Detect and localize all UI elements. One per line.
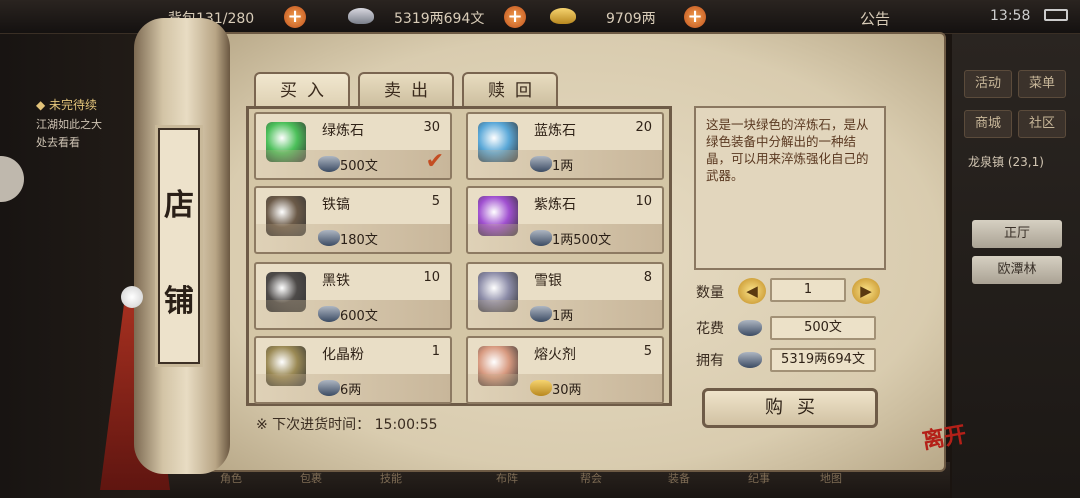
shop-item[interactable]: 化晶粉 1 6两 (254, 336, 452, 404)
item-name: 蓝炼石 (534, 123, 576, 139)
item-price: 180文 (340, 233, 378, 248)
shop-item[interactable]: 熔火剂 5 30两 (466, 336, 664, 404)
shop-sign: 店 铺 (158, 128, 200, 364)
increase-quantity-button[interactable]: ▶ (852, 278, 880, 304)
restock-timer: ※ 下次进货时间： 15:00:55 (256, 417, 438, 433)
quest-line-1: 江湖如此之大 (36, 118, 102, 131)
bottom-item-4[interactable]: 布阵 (496, 470, 518, 486)
item-price: 30两 (552, 383, 582, 398)
community-button[interactable]: 社区 (1018, 110, 1066, 138)
bottom-item-7[interactable]: 纪事 (748, 470, 770, 486)
gold-icon (550, 8, 576, 24)
item-price: 1两 (552, 159, 574, 174)
silver-icon (318, 156, 340, 172)
item-name: 化晶粉 (322, 347, 364, 363)
silver-icon (738, 352, 762, 368)
silver-icon (530, 156, 552, 172)
shop-item[interactable]: 紫炼石 10 1两500文 (466, 186, 664, 254)
clock: 13:58 (990, 8, 1031, 24)
quest-title-text: 未完待续 (49, 98, 98, 112)
item-name: 熔火剂 (534, 347, 576, 363)
cost-label: 花费 (696, 321, 724, 337)
bottom-item-5[interactable]: 帮会 (580, 470, 602, 486)
silver-icon (530, 306, 552, 322)
buy-button[interactable]: 购买 (702, 388, 878, 428)
notice-button[interactable]: 公告 (860, 8, 890, 29)
price-row: 1两500文 (468, 224, 662, 252)
bottom-item-1[interactable]: 角色 (220, 470, 242, 486)
quest-title[interactable]: ◆ 未完待续 (36, 96, 97, 113)
item-quantity: 1 (431, 344, 440, 359)
item-quantity: 30 (423, 120, 440, 135)
bead-decoration (121, 286, 143, 308)
mall-button[interactable]: 商城 (964, 110, 1012, 138)
silver-icon (348, 8, 374, 24)
quantity-label: 数量 (696, 285, 724, 301)
quantity-field[interactable]: 1 (770, 278, 846, 302)
activity-button[interactable]: 活动 (964, 70, 1012, 98)
battery-icon (1044, 9, 1068, 21)
menu-button[interactable]: 菜单 (1018, 70, 1066, 98)
item-quantity: 5 (643, 344, 652, 359)
item-price: 500文 (340, 159, 378, 174)
cost-field: 500文 (770, 316, 876, 340)
item-name: 黑铁 (322, 273, 350, 289)
item-price: 600文 (340, 309, 378, 324)
npc-button-2[interactable]: 欧潭林 (972, 256, 1062, 284)
sign-char-1: 店 (164, 188, 194, 223)
item-name: 铁镐 (322, 197, 350, 213)
silver-icon (530, 230, 552, 246)
shop-item[interactable]: 铁镐 5 180文 (254, 186, 452, 254)
item-quantity: 8 (643, 270, 652, 285)
item-quantity: 20 (635, 120, 652, 135)
price-row: 500文 ✔ (256, 149, 450, 178)
price-row: 180文 (256, 224, 450, 252)
item-quantity: 5 (431, 194, 440, 209)
item-quantity: 10 (423, 270, 440, 285)
silver-icon (318, 380, 340, 396)
item-price: 6两 (340, 383, 362, 398)
item-price: 1两 (552, 309, 574, 324)
owned-field: 5319两694文 (770, 348, 876, 372)
tab-redeem[interactable]: 赎回 (462, 72, 558, 108)
checkmark-icon: ✔ (425, 149, 444, 174)
silver-icon (318, 230, 340, 246)
tab-sell[interactable]: 卖出 (358, 72, 454, 108)
price-row: 600文 (256, 300, 450, 328)
bottom-item-3[interactable]: 技能 (380, 470, 402, 486)
quest-line-2: 处去看看 (36, 136, 80, 149)
silver-icon (318, 306, 340, 322)
item-name: 雪银 (534, 273, 562, 289)
silver-amount: 5319两694文 (394, 11, 485, 27)
bottom-item-6[interactable]: 装备 (668, 470, 690, 486)
item-name: 绿炼石 (322, 123, 364, 139)
owned-label: 拥有 (696, 353, 724, 369)
npc-button-1[interactable]: 正厅 (972, 220, 1062, 248)
decrease-quantity-button[interactable]: ◀ (738, 278, 766, 304)
gold-amount: 9709两 (606, 11, 656, 27)
add-silver-button[interactable]: + (504, 6, 526, 28)
price-row: 30两 (468, 374, 662, 402)
price-row: 1两 (468, 300, 662, 328)
add-gold-button[interactable]: + (684, 6, 706, 28)
tab-buy[interactable]: 买入 (254, 72, 350, 108)
add-bag-button[interactable]: + (284, 6, 306, 28)
silver-icon (738, 320, 762, 336)
sign-char-2: 铺 (164, 284, 194, 319)
bottom-item-2[interactable]: 包裹 (300, 470, 322, 486)
bottom-item-8[interactable]: 地图 (820, 470, 842, 486)
price-row: 6两 (256, 374, 450, 402)
item-description: 这是一块绿色的淬炼石，是从绿色装备中分解出的一种结晶，可以用来淬炼强化自己的武器… (694, 106, 886, 270)
shop-item[interactable]: 雪银 8 1两 (466, 262, 664, 330)
item-quantity: 10 (635, 194, 652, 209)
price-row: 1两 (468, 150, 662, 178)
location-label: 龙泉镇 (23,1) (968, 155, 1044, 169)
gold-icon (530, 380, 552, 396)
item-name: 紫炼石 (534, 197, 576, 213)
shop-item[interactable]: 绿炼石 30 500文 ✔ (254, 112, 452, 180)
item-price: 1两500文 (552, 233, 612, 248)
shop-item[interactable]: 蓝炼石 20 1两 (466, 112, 664, 180)
shop-item[interactable]: 黑铁 10 600文 (254, 262, 452, 330)
